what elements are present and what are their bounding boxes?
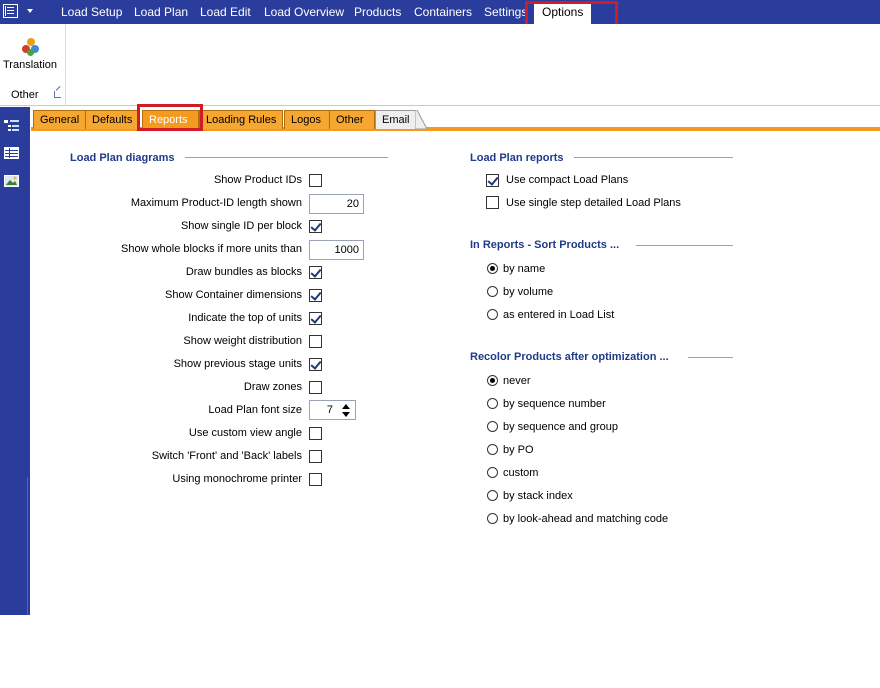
sort-by-name-label: by name xyxy=(503,263,546,275)
recolor-stack-index-label: by stack index xyxy=(503,490,573,502)
ribbon: Translation Other xyxy=(0,24,880,106)
spin-up-icon[interactable] xyxy=(342,404,350,409)
sort-by-volume-label: by volume xyxy=(503,286,554,298)
reports-highlight-box xyxy=(137,104,203,131)
section-divider xyxy=(185,157,388,158)
switch-labels-checkbox[interactable] xyxy=(309,450,322,463)
recolor-sequence-group-radio[interactable] xyxy=(487,421,498,432)
sort-as-entered-radio[interactable] xyxy=(487,309,498,320)
ribbon-group-other: Translation Other xyxy=(0,24,66,106)
menu-load-edit[interactable]: Load Edit xyxy=(200,0,251,24)
font-size-spinner[interactable]: 7 xyxy=(309,400,356,420)
single-id-checkbox[interactable] xyxy=(309,220,322,233)
single-step-checkbox[interactable] xyxy=(486,196,499,209)
monochrome-checkbox[interactable] xyxy=(309,473,322,486)
group-label: Other xyxy=(11,89,39,101)
menu-load-plan[interactable]: Load Plan xyxy=(134,0,188,24)
font-size-value: 7 xyxy=(326,404,333,416)
tree-list-icon[interactable] xyxy=(4,120,19,132)
picture-icon[interactable] xyxy=(4,175,19,187)
prev-stage-checkbox[interactable] xyxy=(309,358,322,371)
tab-email[interactable]: Email xyxy=(375,110,417,129)
whole-blocks-label: Show whole blocks if more units than xyxy=(121,243,302,255)
quick-access-dropdown-icon[interactable] xyxy=(27,9,33,13)
recolor-po-label: by PO xyxy=(503,444,534,456)
menu-containers[interactable]: Containers xyxy=(414,0,472,24)
prev-stage-label: Show previous stage units xyxy=(173,358,302,370)
sort-section-title: In Reports - Sort Products ... xyxy=(470,239,620,251)
tab-defaults[interactable]: Defaults xyxy=(85,110,139,129)
diagrams-section-title: Load Plan diagrams xyxy=(70,152,175,164)
zones-label: Draw zones xyxy=(243,381,302,393)
weight-dist-checkbox[interactable] xyxy=(309,335,322,348)
sidebar-title: Options xyxy=(5,622,26,688)
font-size-label: Load Plan font size xyxy=(208,404,302,416)
menu-bar: Load Setup Load Plan Load Edit Load Over… xyxy=(0,0,880,24)
recolor-section-title: Recolor Products after optimization ... xyxy=(470,351,669,363)
max-id-length-input[interactable]: 20 xyxy=(309,194,364,214)
menu-load-setup[interactable]: Load Setup xyxy=(61,0,122,24)
single-step-label: Use single step detailed Load Plans xyxy=(506,197,681,209)
custom-angle-checkbox[interactable] xyxy=(309,427,322,440)
recolor-sequence-group-label: by sequence and group xyxy=(503,421,618,433)
sort-by-volume-radio[interactable] xyxy=(487,286,498,297)
reports-section-title: Load Plan reports xyxy=(470,152,564,164)
recolor-look-ahead-radio[interactable] xyxy=(487,513,498,524)
section-divider xyxy=(574,157,733,158)
sort-by-name-radio[interactable] xyxy=(487,263,498,274)
tab-loading-rules[interactable]: Loading Rules xyxy=(199,110,283,129)
recolor-look-ahead-label: by look-ahead and matching code xyxy=(503,513,669,525)
container-dims-checkbox[interactable] xyxy=(309,289,322,302)
translation-button[interactable]: Translation xyxy=(3,59,57,71)
recolor-sequence-radio[interactable] xyxy=(487,398,498,409)
sidebar: Options xyxy=(0,107,30,688)
show-product-ids-label: Show Product IDs xyxy=(213,174,302,186)
recolor-sequence-label: by sequence number xyxy=(503,398,606,410)
whole-blocks-input[interactable]: 1000 xyxy=(309,240,364,260)
monochrome-label: Using monochrome printer xyxy=(172,473,302,485)
compact-plans-label: Use compact Load Plans xyxy=(506,174,629,186)
show-product-ids-checkbox[interactable] xyxy=(309,174,322,187)
section-divider xyxy=(688,357,733,358)
top-units-label: Indicate the top of units xyxy=(188,312,302,324)
compact-plans-checkbox[interactable] xyxy=(486,174,499,187)
recolor-never-radio[interactable] xyxy=(487,375,498,386)
bundles-checkbox[interactable] xyxy=(309,266,322,279)
tab-logos[interactable]: Logos xyxy=(284,110,330,129)
max-id-length-label: Maximum Product-ID length shown xyxy=(130,197,302,209)
translation-icon[interactable] xyxy=(22,38,40,56)
custom-angle-label: Use custom view angle xyxy=(188,427,302,439)
menu-settings[interactable]: Settings xyxy=(484,0,527,24)
sort-as-entered-label: as entered in Load List xyxy=(503,309,615,321)
tab-general[interactable]: General xyxy=(33,110,87,129)
sidebar-divider xyxy=(27,477,28,615)
recolor-custom-label: custom xyxy=(503,467,539,479)
bundles-label: Draw bundles as blocks xyxy=(185,266,302,278)
translation-dot xyxy=(27,49,34,56)
container-dims-label: Show Container dimensions xyxy=(165,289,302,301)
recolor-custom-radio[interactable] xyxy=(487,467,498,478)
app-menu-icon[interactable] xyxy=(3,4,18,18)
zones-checkbox[interactable] xyxy=(309,381,322,394)
dialog-launcher-icon[interactable] xyxy=(54,91,61,98)
options-panel: Load Plan diagrams Show Product IDs Maxi… xyxy=(31,131,880,615)
menu-products[interactable]: Products xyxy=(354,0,401,24)
top-units-checkbox[interactable] xyxy=(309,312,322,325)
menu-load-overview[interactable]: Load Overview xyxy=(264,0,344,24)
table-icon[interactable] xyxy=(4,147,19,159)
tab-email-tail xyxy=(415,110,427,129)
recolor-never-label: never xyxy=(503,375,531,387)
weight-dist-label: Show weight distribution xyxy=(183,335,302,347)
single-id-label: Show single ID per block xyxy=(180,220,302,232)
switch-labels-label: Switch 'Front' and 'Back' labels xyxy=(151,450,302,462)
section-divider xyxy=(636,245,733,246)
recolor-po-radio[interactable] xyxy=(487,444,498,455)
recolor-stack-index-radio[interactable] xyxy=(487,490,498,501)
spin-down-icon[interactable] xyxy=(342,412,350,417)
tab-other[interactable]: Other xyxy=(329,110,375,129)
